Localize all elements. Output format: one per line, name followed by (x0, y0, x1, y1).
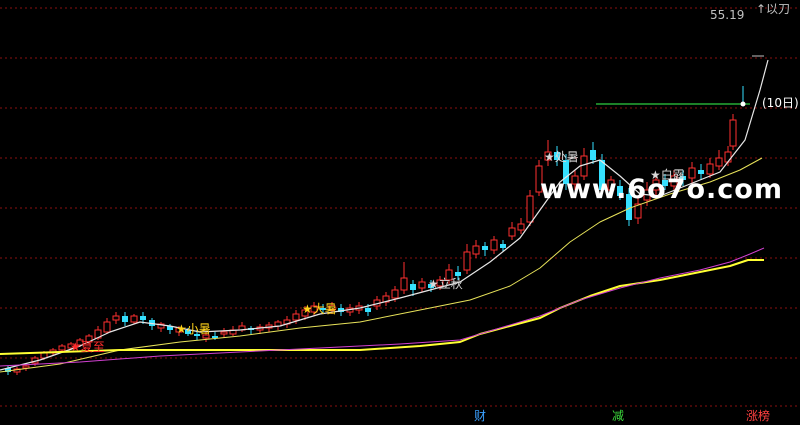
candle-body-79 (715, 157, 723, 167)
candle-body-14 (130, 315, 138, 323)
target-price-line (596, 55, 764, 107)
annotation-2: ★大暑 (302, 302, 337, 316)
candle-body-43 (391, 289, 399, 299)
ma-short-line (0, 59, 769, 371)
candle-body-78 (706, 163, 714, 175)
candle-12 (112, 312, 120, 324)
candle-54 (490, 236, 498, 254)
candle-body-45 (410, 284, 416, 290)
candle-body-58 (526, 195, 534, 223)
candle-28 (256, 324, 264, 334)
candle-body-32 (292, 313, 300, 321)
ma-long-line (0, 259, 764, 355)
candle-body-24 (220, 331, 228, 335)
candle-body-15 (140, 316, 146, 320)
grid-lines (0, 7, 800, 407)
footer-item-finance[interactable]: 财 (474, 409, 486, 423)
candle-80 (724, 146, 732, 166)
annotation-3: ★立秋 (428, 277, 463, 291)
candle-body-23 (212, 336, 218, 338)
candle-14 (130, 314, 138, 324)
candle-53 (482, 242, 488, 256)
candle-31 (283, 316, 291, 328)
price-high-label: 55.19 (710, 8, 745, 22)
candle-42 (382, 292, 390, 306)
candle-body-12 (112, 315, 120, 321)
candle-body-81 (729, 119, 737, 147)
candle-body-40 (365, 308, 371, 312)
candle-56 (508, 222, 516, 240)
candle-52 (472, 240, 480, 258)
candle-body-50 (455, 272, 461, 276)
candle-65 (590, 142, 596, 164)
candle-body-80 (724, 151, 732, 163)
candle-11 (103, 318, 111, 334)
annotation-1: ★小暑 (176, 322, 211, 336)
candle-body-51 (463, 251, 471, 271)
candle-body-54 (490, 239, 498, 251)
candle-57 (517, 218, 525, 234)
watermark: www.6o7o.com (540, 174, 783, 205)
moving-averages (0, 59, 769, 373)
candle-body-55 (500, 244, 506, 248)
annotation-0: ★夏至 (70, 340, 105, 354)
candle-body-46 (418, 281, 426, 289)
target-dot (740, 101, 746, 107)
candle-body-11 (103, 321, 111, 333)
candle-body-65 (590, 150, 596, 160)
candle-body-52 (472, 245, 480, 255)
candle-body-44 (400, 277, 408, 291)
candle-body-56 (508, 227, 516, 237)
footer-item-rank[interactable]: 涨榜 (746, 409, 770, 423)
annotation-4: ★处暑 (544, 150, 579, 164)
candle-6 (58, 344, 66, 352)
price-tag: (10日) (762, 96, 799, 110)
candle-44 (400, 262, 408, 294)
footer-bar: 财 减 涨榜 (0, 408, 800, 425)
candle-27 (248, 326, 254, 334)
candle-1 (13, 367, 21, 375)
candle-body-6 (58, 345, 66, 351)
candle-17 (157, 322, 165, 332)
candle-46 (418, 278, 426, 292)
footer-item-reduce[interactable]: 减 (612, 409, 624, 423)
candle-30 (274, 320, 282, 330)
candle-body-53 (482, 246, 488, 250)
kline-chart[interactable] (0, 0, 800, 425)
candles-layer (5, 114, 737, 375)
candle-body-13 (122, 316, 128, 322)
candle-79 (715, 150, 723, 170)
candle-body-2 (22, 365, 30, 369)
candle-51 (463, 244, 471, 274)
candle-body-57 (517, 223, 525, 231)
candle-24 (220, 328, 228, 338)
candle-13 (122, 312, 128, 326)
title-fragment: ↑以刀 (756, 2, 791, 16)
candle-81 (729, 114, 737, 150)
